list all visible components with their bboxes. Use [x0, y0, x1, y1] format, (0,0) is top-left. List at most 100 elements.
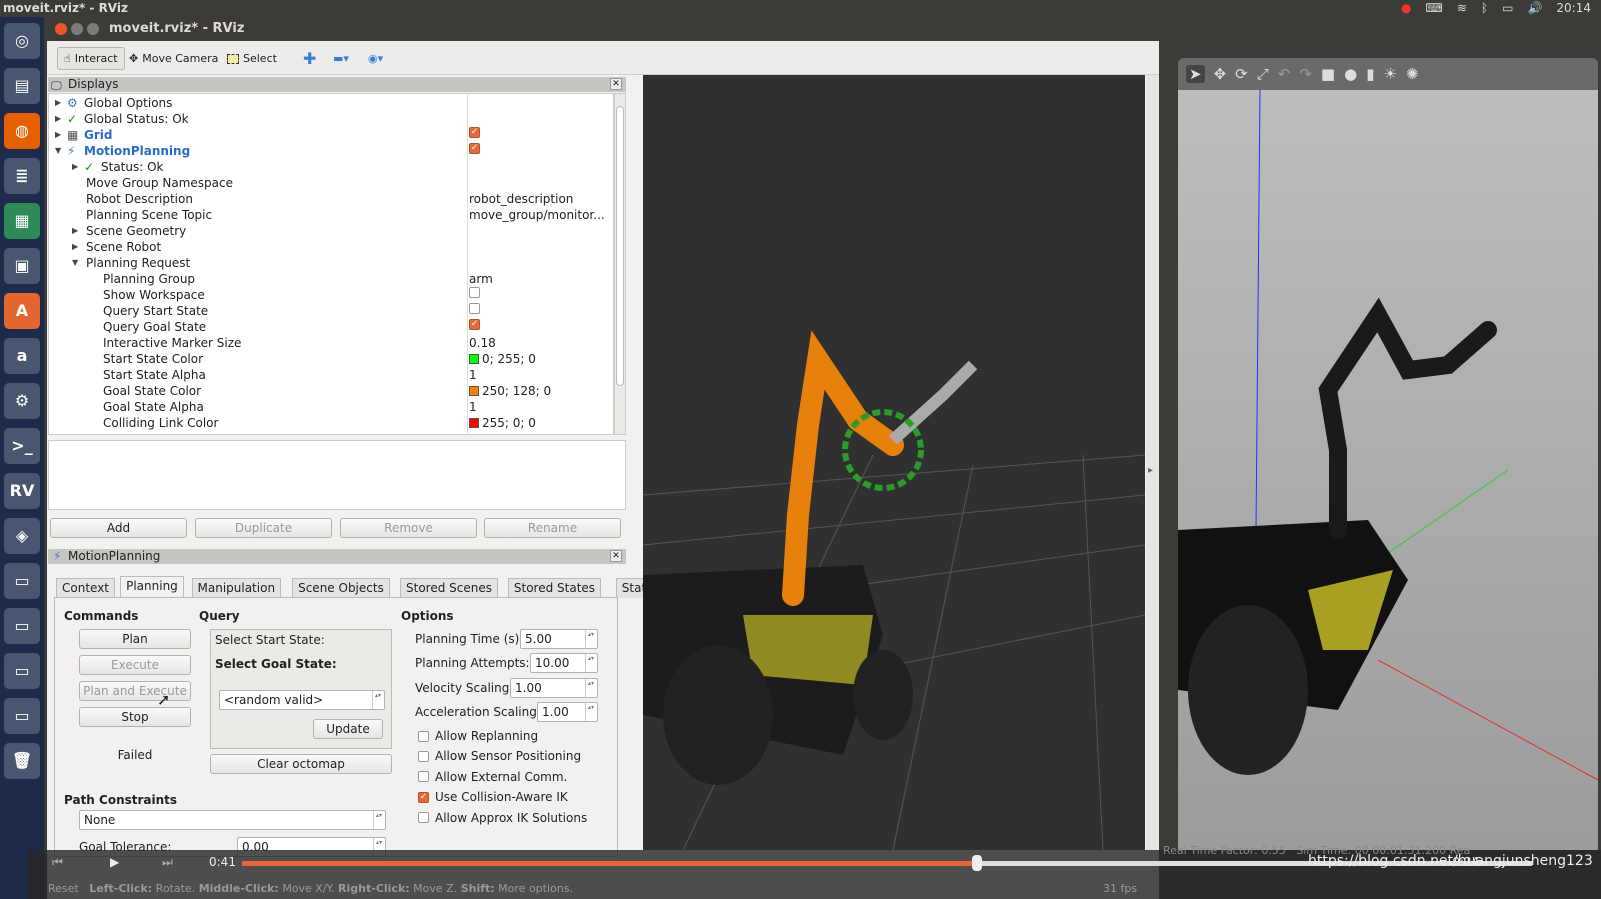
next-icon[interactable]: ⏭ — [162, 855, 173, 870]
option-checkbox[interactable]: Allow External Comm. — [418, 770, 567, 784]
path-constraints-dropdown[interactable]: None — [79, 810, 386, 830]
expand-arrow-icon[interactable]: ▶ — [55, 111, 61, 127]
firefox-icon[interactable]: ◍ — [4, 113, 40, 149]
ubuntu-icon[interactable]: ◎ — [4, 23, 40, 59]
gazebo-3d-view[interactable] — [1178, 90, 1598, 850]
reset-button[interactable]: Reset — [48, 882, 79, 895]
trash-icon[interactable]: 🗑 — [4, 743, 40, 779]
displays-scrollbar[interactable] — [614, 93, 626, 435]
planning-attempts-spinbox[interactable]: 10.00 — [530, 653, 598, 673]
checkbox[interactable] — [418, 771, 429, 783]
expand-arrow-icon[interactable]: ▶ — [55, 127, 61, 143]
volume-icon[interactable]: 🔊 — [1527, 1, 1542, 15]
checkbox[interactable]: ✓ — [469, 319, 480, 330]
planning-time-spinbox[interactable]: 5.00 — [520, 629, 598, 649]
select-goal-state-section[interactable]: Select Goal State: — [211, 654, 391, 676]
tree-row[interactable]: Interactive Marker Size 0.18 — [49, 335, 613, 351]
drive-icon[interactable]: ▭ — [4, 653, 40, 689]
acceleration-scaling-spinbox[interactable]: 1.00 — [537, 702, 598, 722]
checkbox[interactable]: ✓ — [469, 127, 480, 138]
tree-row[interactable]: ▶ ⚙ Global Options — [49, 95, 613, 111]
update-button[interactable]: Update — [313, 719, 383, 739]
previous-icon[interactable]: ⏮ — [52, 855, 63, 870]
tree-row-value[interactable]: arm — [469, 271, 493, 287]
tree-row[interactable]: Start State Alpha 1 — [49, 367, 613, 383]
tab-scene-objects[interactable]: Scene Objects — [292, 578, 390, 598]
velocity-scaling-spinbox[interactable]: 1.00 — [510, 678, 598, 698]
checkbox[interactable] — [418, 730, 429, 742]
drive-icon[interactable]: ▭ — [4, 608, 40, 644]
writer-icon[interactable]: ≣ — [4, 158, 40, 194]
option-checkbox[interactable]: Allow Approx IK Solutions — [418, 811, 587, 825]
sphere-icon[interactable]: ● — [1344, 65, 1357, 83]
tree-row[interactable]: Query Start State — [49, 303, 613, 319]
option-checkbox[interactable]: Allow Sensor Positioning — [418, 749, 581, 763]
checkbox[interactable]: ✓ — [418, 791, 429, 803]
tree-row[interactable]: ▶ ✓ Status: Ok — [49, 159, 613, 175]
rename-display-button[interactable]: Rename — [484, 518, 621, 538]
software-center-icon[interactable]: A — [4, 293, 40, 329]
spot-light-icon[interactable]: ✺ — [1406, 65, 1419, 83]
execute-button[interactable]: Execute — [79, 655, 191, 675]
tree-row-value[interactable]: 255; 0; 0 — [469, 415, 536, 431]
select-arrow-icon[interactable]: ➤ — [1186, 65, 1205, 83]
tree-row[interactable]: ▼ ⚡ MotionPlanning ✓ — [49, 143, 613, 159]
checkbox[interactable] — [418, 812, 429, 824]
sun-light-icon[interactable]: ☀ — [1383, 65, 1396, 83]
remove-tool-icon[interactable]: ▬▾ — [327, 47, 355, 70]
stop-button[interactable]: Stop — [79, 707, 191, 727]
keyboard-icon[interactable]: ⌨ — [1426, 1, 1443, 15]
rotate-icon[interactable]: ⟳ — [1235, 65, 1248, 83]
tree-row[interactable]: Goal State Alpha 1 — [49, 399, 613, 415]
record-icon[interactable]: ● — [1401, 1, 1411, 15]
tree-row-value[interactable]: 0; 255; 0 — [469, 351, 536, 367]
expand-arrow-icon[interactable]: ▶ — [72, 223, 78, 239]
drive-icon[interactable]: ▭ — [4, 563, 40, 599]
rviz-3d-view[interactable]: ◂ — [643, 75, 1145, 850]
remove-display-button[interactable]: Remove — [340, 518, 477, 538]
translate-icon[interactable]: ✥ — [1214, 65, 1227, 83]
settings-icon[interactable]: ⚙ — [4, 383, 40, 419]
tree-row-value[interactable]: 1 — [469, 367, 477, 383]
tab-manipulation[interactable]: Manipulation — [191, 578, 282, 598]
tree-row[interactable]: ▼ Planning Request — [49, 255, 613, 271]
checkbox[interactable] — [469, 287, 480, 298]
terminal-icon[interactable]: >_ — [4, 428, 40, 464]
tree-row[interactable]: ▶ ▦ Grid ✓ — [49, 127, 613, 143]
undo-icon[interactable]: ↶ — [1278, 65, 1291, 83]
tree-row-value[interactable]: robot_description — [469, 191, 573, 207]
checkbox[interactable] — [469, 303, 480, 314]
tree-row[interactable]: Planning Group arm — [49, 271, 613, 287]
tree-row[interactable]: Query Goal State ✓ — [49, 319, 613, 335]
redo-icon[interactable]: ↷ — [1299, 65, 1312, 83]
plan-button[interactable]: Plan — [79, 629, 191, 649]
cylinder-icon[interactable]: ▮ — [1366, 65, 1374, 83]
maximize-window-button[interactable] — [87, 23, 99, 35]
expand-arrow-icon[interactable]: ▶ — [55, 95, 61, 111]
tree-row-value[interactable]: move_group/monitor... — [469, 207, 605, 223]
expand-arrow-icon[interactable]: ▶ — [72, 159, 78, 175]
calc-icon[interactable]: ▦ — [4, 203, 40, 239]
tree-row[interactable]: Start State Color 0; 255; 0 — [49, 351, 613, 367]
gazebo-icon[interactable]: ◈ — [4, 518, 40, 554]
tree-row[interactable]: ▶ Scene Geometry — [49, 223, 613, 239]
close-window-button[interactable] — [55, 23, 67, 35]
files-icon[interactable]: ▤ — [4, 68, 40, 104]
amazon-icon[interactable]: a — [4, 338, 40, 374]
option-checkbox[interactable]: ✓ Use Collision-Aware IK — [418, 790, 568, 804]
tree-row[interactable]: Move Group Namespace — [49, 175, 613, 191]
plan-and-execute-button[interactable]: Plan and Execute — [79, 681, 191, 701]
tree-row[interactable]: ▶ Scene Robot — [49, 239, 613, 255]
scale-icon[interactable]: ⤢ — [1257, 65, 1269, 83]
expand-arrow-icon[interactable]: ▼ — [72, 255, 78, 271]
rviz-icon[interactable]: RV — [4, 473, 40, 509]
tab-stored-scenes[interactable]: Stored Scenes — [400, 578, 498, 598]
tree-row-value[interactable]: ✓ — [469, 143, 480, 154]
option-checkbox[interactable]: Allow Replanning — [418, 729, 538, 743]
color-swatch[interactable] — [469, 418, 479, 428]
tree-row-value[interactable]: ✓ — [469, 127, 480, 138]
minimize-window-button[interactable] — [71, 23, 83, 35]
close-panel-icon[interactable]: ✕ — [610, 550, 622, 562]
tree-row[interactable]: Goal State Color 250; 128; 0 — [49, 383, 613, 399]
clear-octomap-button[interactable]: Clear octomap — [210, 754, 392, 774]
